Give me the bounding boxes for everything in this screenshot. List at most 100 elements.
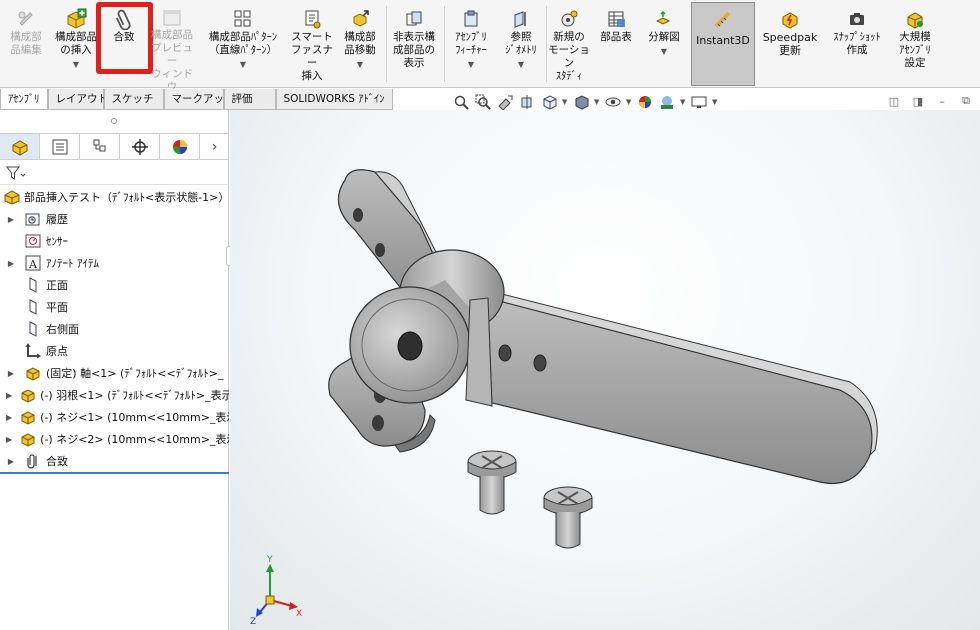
history-icon xyxy=(24,210,42,228)
assembly-features-label: ｱｾﾝﾌﾞﾘ ﾌｨｰﾁｬｰ xyxy=(455,31,487,56)
tab-markup[interactable]: マークアップ xyxy=(163,89,235,110)
tree-item[interactable]: ▶ 合致 xyxy=(0,450,229,472)
speedpak-button[interactable]: Speedpak 更新 xyxy=(758,2,822,86)
assembly-features-button[interactable]: ｱｾﾝﾌﾞﾘ ﾌｨｰﾁｬｰ ▼ xyxy=(446,2,496,86)
screw-1-part[interactable] xyxy=(467,450,517,515)
part-icon xyxy=(24,364,42,382)
new-motion-study-button[interactable]: 新規の モーション ｽﾀﾃﾞｨ xyxy=(546,2,592,86)
tree-item[interactable]: ▶ A ｱﾉﾃｰﾄ ｱｲﾃﾑ xyxy=(0,252,229,274)
arm-part[interactable] xyxy=(479,292,878,485)
screw-2-part[interactable] xyxy=(543,486,593,549)
tab-assembly[interactable]: ｱｾﾝﾌﾞﾘ xyxy=(0,89,48,110)
chevron-down-icon[interactable]: ▼ xyxy=(661,45,667,58)
snapshot-button[interactable]: ｽﾅｯﾌﾟｼｮｯﾄ 作成 xyxy=(825,2,889,86)
chevron-down-icon[interactable]: ▼ xyxy=(594,98,600,106)
minimize-icon[interactable]: – xyxy=(936,95,948,108)
exploded-view-button[interactable]: 分解図 ▼ xyxy=(640,2,688,86)
tab-layout[interactable]: レイアウト xyxy=(47,89,108,110)
tree-item[interactable]: ｾﾝｻｰ xyxy=(0,230,229,252)
exploded-view-icon xyxy=(653,8,675,30)
tree-item[interactable]: ▶ (-) ネジ<2> (10mm<<10mm>_表示 xyxy=(0,428,229,450)
exploded-view-label: 分解図 xyxy=(648,31,680,43)
edit-component-button[interactable]: 構成部 品編集 xyxy=(2,2,50,86)
expand-arrow-icon[interactable]: ▶ xyxy=(6,215,16,224)
zoom-to-area-icon[interactable] xyxy=(474,93,492,111)
chevron-down-icon[interactable]: ▼ xyxy=(626,98,632,106)
tree-item[interactable]: ▶ (-) ネジ<1> (10mm<<10mm>_表示 xyxy=(0,406,229,428)
bom-button[interactable]: 部品表 xyxy=(594,2,638,86)
manager-tabs: › xyxy=(0,133,229,160)
feature-manager-tab[interactable] xyxy=(0,134,40,159)
chevron-down-icon[interactable]: ▼ xyxy=(712,98,718,106)
smart-fasteners-button[interactable]: スマート ファスナー 挿入 xyxy=(288,2,336,86)
tree-item[interactable]: 平面 xyxy=(0,296,229,318)
tree-item-label: 平面 xyxy=(46,301,68,314)
ribbon-divider xyxy=(386,6,387,82)
chevron-right-icon[interactable]: › xyxy=(200,134,229,159)
reference-geometry-button[interactable]: 参照 ｼﾞｵﾒﾄﾘ ▼ xyxy=(497,2,545,86)
insert-component-button[interactable]: 構成部品 の挿入 ▼ xyxy=(52,2,100,86)
tree-item[interactable]: ▶ (-) 羽根<1> (ﾃﾞﾌｫﾙﾄ<<ﾃﾞﾌｫﾙﾄ>_表示 xyxy=(0,384,229,406)
linear-pattern-button[interactable]: 構成部品ﾊﾟﾀｰﾝ （直線ﾊﾟﾀｰﾝ） ▼ xyxy=(200,2,286,86)
configuration-manager-tab[interactable] xyxy=(80,134,120,159)
tree-item[interactable]: ▶ 履歴 xyxy=(0,208,229,230)
chevron-down-icon[interactable]: ▼ xyxy=(357,58,363,71)
collapse-right-icon[interactable]: ◨ xyxy=(912,95,924,108)
tree-item[interactable]: ▶ (固定) 軸<1> (ﾃﾞﾌｫﾙﾄ<<ﾃﾞﾌｫﾙﾄ>_ xyxy=(0,362,229,384)
previous-view-icon[interactable] xyxy=(496,93,514,111)
apply-scene-icon[interactable] xyxy=(658,93,676,111)
expand-arrow-icon[interactable]: ▶ xyxy=(6,413,12,422)
panel-splitter[interactable] xyxy=(0,110,228,132)
reference-geometry-icon xyxy=(510,8,532,30)
chevron-down-icon[interactable]: ▼ xyxy=(562,98,568,106)
mate-button[interactable]: 合致 xyxy=(100,2,148,86)
section-view-icon[interactable] xyxy=(518,93,536,111)
tree-filter[interactable] xyxy=(0,161,229,185)
zoom-to-fit-icon[interactable] xyxy=(452,93,470,111)
dimxpert-manager-tab[interactable] xyxy=(120,134,160,159)
instant3d-label: Instant3D xyxy=(696,34,750,47)
assembly-icon xyxy=(4,188,20,206)
tree-item[interactable]: 正面 xyxy=(0,274,229,296)
restore-icon[interactable]: ⧉ xyxy=(960,94,972,107)
expand-arrow-icon[interactable]: ▶ xyxy=(6,369,16,378)
edit-component-icon xyxy=(15,8,37,30)
expand-arrow-icon[interactable]: ▶ xyxy=(6,457,16,466)
hide-show-items-icon[interactable] xyxy=(604,93,622,111)
chevron-down-icon[interactable]: ▼ xyxy=(73,58,79,71)
collapse-left-icon[interactable]: ◫ xyxy=(888,95,900,108)
display-manager-tab[interactable] xyxy=(160,134,200,159)
property-manager-tab[interactable] xyxy=(40,134,80,159)
tab-sketch[interactable]: スケッチ xyxy=(103,89,164,110)
graphics-area[interactable]: Y X Z xyxy=(230,110,980,630)
edit-appearance-icon[interactable] xyxy=(636,93,654,111)
tree-root-assembly[interactable]: 部品挿入テスト（ﾃﾞﾌｫﾙﾄ<表示状態-1>） xyxy=(0,186,229,208)
tree-item[interactable]: 原点 xyxy=(0,340,229,362)
tab-evaluate[interactable]: 評価 xyxy=(223,89,276,110)
display-style-icon[interactable] xyxy=(572,93,590,111)
tree-item[interactable]: 右側面 xyxy=(0,318,229,340)
origin-icon xyxy=(24,342,42,360)
component-preview-label: 構成部品 プレビュー ウィンドウ xyxy=(151,29,193,93)
view-settings-icon[interactable] xyxy=(690,93,708,111)
tree-item-label: (-) ネジ<1> (10mm<<10mm>_表示 xyxy=(40,411,229,424)
shaft-hub-part[interactable] xyxy=(349,249,505,407)
move-component-button[interactable]: 構成部 品移動 ▼ xyxy=(336,2,384,86)
fastener-icon xyxy=(301,8,323,30)
view-orientation-icon[interactable] xyxy=(540,93,558,111)
chevron-down-icon[interactable]: ▼ xyxy=(468,58,474,71)
expand-arrow-icon[interactable]: ▶ xyxy=(6,435,12,444)
triad-z-label: Z xyxy=(250,617,256,627)
chevron-down-icon[interactable]: ▼ xyxy=(240,58,246,71)
tab-solidworks-addins[interactable]: SOLIDWORKS ｱﾄﾞｲﾝ xyxy=(275,89,393,110)
chevron-down-icon[interactable]: ▼ xyxy=(680,98,686,106)
expand-arrow-icon[interactable]: ▶ xyxy=(6,391,12,400)
instant3d-button[interactable]: Instant3D xyxy=(691,2,755,86)
component-preview-button[interactable]: 構成部品 プレビュー ウィンドウ xyxy=(148,2,196,93)
expand-arrow-icon[interactable]: ▶ xyxy=(6,259,16,268)
chevron-down-icon[interactable]: ▼ xyxy=(518,58,524,71)
large-assembly-button[interactable]: 大規模 ｱｾﾝﾌﾞﾘ 設定 xyxy=(890,2,940,86)
show-hidden-components-button[interactable]: 非表示構 成部品の 表示 xyxy=(388,2,440,86)
configuration-icon xyxy=(93,139,105,151)
snapshot-label: ｽﾅｯﾌﾟｼｮｯﾄ 作成 xyxy=(833,31,881,56)
